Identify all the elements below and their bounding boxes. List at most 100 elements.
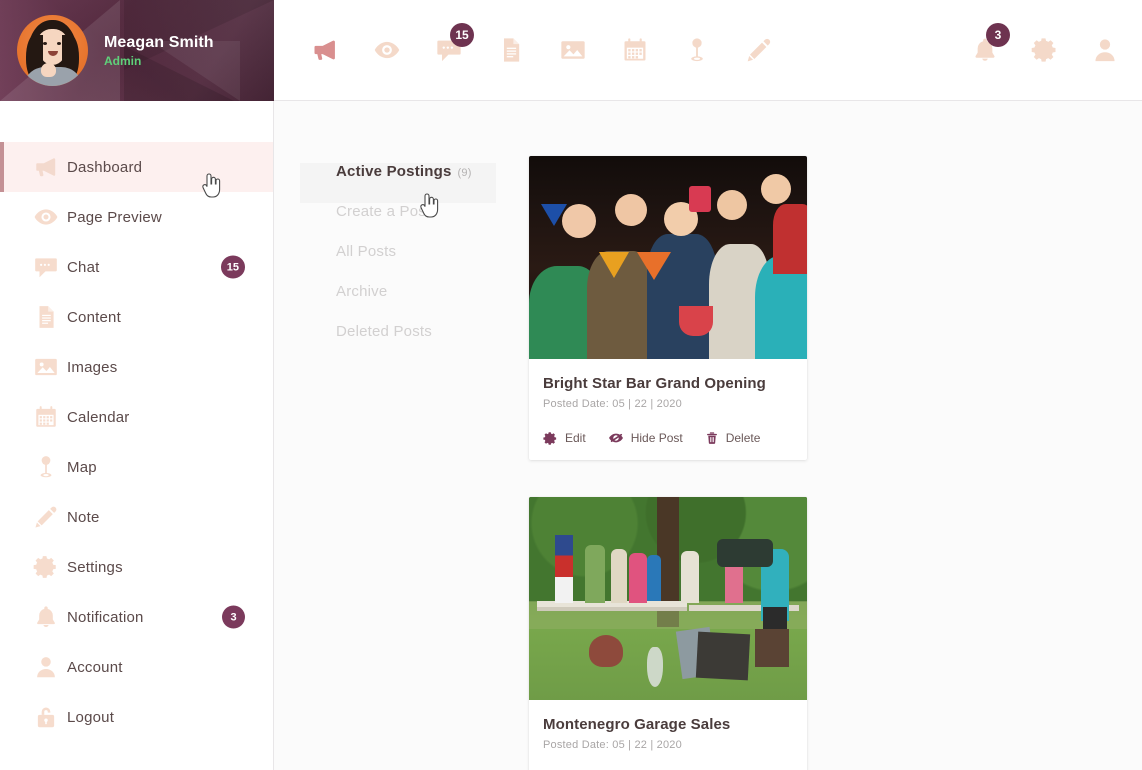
post-card-body: Montenegro Garage Sales Posted Date: 05 |… (529, 700, 807, 770)
topbar-user-icon[interactable] (1086, 31, 1124, 69)
trash-icon (706, 432, 717, 444)
subnav-item-deleted-posts[interactable]: Deleted Posts (300, 323, 496, 363)
sidebar-item-label: Images (67, 358, 118, 376)
subnav-item-label: Create a Post (336, 203, 431, 220)
subnav-item-create-a-post[interactable]: Create a Post (300, 203, 496, 243)
user-icon (33, 654, 67, 680)
subnav-item-label: Active Postings (336, 163, 452, 180)
topbar-bell-icon[interactable]: 3 (966, 23, 1010, 69)
sidebar-item-dashboard[interactable]: Dashboard (0, 142, 273, 192)
main-area: 15 3 Active Postings (9) Create a Post All … (274, 0, 1142, 770)
chat-bubble-icon (35, 258, 57, 278)
sidebar-item-images[interactable]: Images (0, 342, 273, 392)
subnav-item-all-posts[interactable]: All Posts (300, 243, 496, 283)
document-icon (33, 304, 67, 330)
bell-icon (33, 604, 67, 630)
topbar-document-icon[interactable] (492, 31, 530, 69)
topbar-gear-icon[interactable] (1026, 31, 1064, 69)
pencil-icon (747, 38, 771, 62)
avatar-hand (41, 63, 56, 77)
topbar: 15 3 (274, 0, 1142, 101)
sidebar-item-label: Page Preview (67, 208, 162, 226)
sidebar-item-content[interactable]: Content (0, 292, 273, 342)
user-icon (1095, 39, 1115, 62)
subnav-item-label: Deleted Posts (336, 323, 432, 340)
topbar-map-pin-icon[interactable] (678, 31, 716, 69)
party-people-cocktails-photo[interactable] (529, 156, 807, 359)
outdoor-garage-sale-photo[interactable] (529, 497, 807, 700)
subnav-item-label: Archive (336, 283, 388, 300)
avatar[interactable] (17, 15, 88, 86)
post-card[interactable]: Bright Star Bar Grand Opening Posted Date… (529, 156, 807, 460)
content-area: Active Postings (9) Create a Post All Posts… (274, 101, 1142, 770)
sidebar-item-label: Notification (67, 608, 144, 626)
topbar-right-icons: 3 (966, 23, 1124, 69)
sidebar-nav: Dashboard Page Preview Chat 15 Content Images… (0, 101, 273, 742)
sidebar-item-note[interactable]: Note (0, 492, 273, 542)
profile-name: Meagan Smith (104, 33, 214, 51)
user-icon (37, 657, 55, 678)
megaphone-icon (314, 40, 335, 60)
delete-post-button[interactable]: Delete (705, 431, 760, 445)
sidebar-item-label: Account (67, 658, 123, 676)
eye-icon (33, 204, 67, 230)
subnav-item-label: All Posts (336, 243, 397, 260)
edit-post-label: Edit (565, 431, 586, 445)
sidebar-item-label: Dashboard (67, 158, 143, 176)
map-pin-icon (33, 454, 67, 480)
sidebar-item-notification[interactable]: Notification 3 (0, 592, 273, 642)
sidebar-item-label: Settings (67, 558, 123, 576)
profile-header: Meagan Smith Admin (0, 0, 274, 101)
app-root: Meagan Smith Admin Dashboard Page Preview… (0, 0, 1142, 770)
hide-post-button[interactable]: Hide Post (608, 430, 683, 446)
image-icon (35, 358, 57, 376)
post-actions: Edit Hide Post Delete (543, 430, 793, 446)
edit-post-button[interactable]: Edit (543, 431, 586, 446)
profile-role: Admin (104, 53, 142, 68)
sidebar-item-page-preview[interactable]: Page Preview (0, 192, 273, 242)
post-date: Posted Date: 05 | 22 | 2020 (543, 398, 682, 410)
topbar-pencil-icon[interactable] (740, 31, 778, 69)
post-card[interactable]: Montenegro Garage Sales Posted Date: 05 |… (529, 497, 807, 770)
sidebar-item-label: Map (67, 458, 97, 476)
megaphone-icon (36, 158, 56, 177)
topbar-calendar-icon[interactable] (616, 31, 654, 69)
avatar-eye-left (43, 42, 47, 45)
image-icon (33, 354, 67, 380)
hide-post-label: Hide Post (630, 431, 683, 445)
sidebar-item-badge: 15 (220, 255, 245, 279)
sidebar-item-chat[interactable]: Chat 15 (0, 242, 273, 292)
post-title: Bright Star Bar Grand Opening (543, 375, 766, 392)
topbar-megaphone-icon[interactable] (306, 31, 344, 69)
post-title: Montenegro Garage Sales (543, 716, 731, 733)
document-icon (39, 306, 54, 328)
subnav-item-archive[interactable]: Archive (300, 283, 496, 323)
topbar-chat-bubble-icon[interactable]: 15 (430, 23, 474, 69)
sidebar: Meagan Smith Admin Dashboard Page Preview… (0, 0, 274, 770)
eye-icon (374, 41, 400, 59)
sidebar-item-map[interactable]: Map (0, 442, 273, 492)
megaphone-icon (33, 154, 67, 180)
sidebar-item-account[interactable]: Account (0, 642, 273, 692)
sidebar-item-calendar[interactable]: Calendar (0, 392, 273, 442)
document-icon (504, 38, 520, 62)
gear-icon (543, 431, 557, 445)
gear-icon (33, 554, 67, 580)
topbar-image-icon[interactable] (554, 31, 592, 69)
pencil-icon (35, 506, 57, 528)
sidebar-item-label: Calendar (67, 408, 130, 426)
profile-text: Meagan Smith Admin (104, 34, 214, 68)
calendar-icon (36, 406, 56, 427)
topbar-eye-icon[interactable] (368, 31, 406, 69)
calendar-icon (624, 38, 646, 61)
gear-icon (1031, 38, 1056, 62)
chat-bubble-icon (33, 254, 67, 280)
sidebar-item-logout[interactable]: Logout (0, 692, 273, 742)
sidebar-item-settings[interactable]: Settings (0, 542, 273, 592)
gear-icon (33, 556, 56, 578)
sidebar-item-label: Logout (67, 708, 115, 726)
pencil-icon (33, 504, 67, 530)
topbar-badge: 3 (986, 23, 1010, 47)
subnav-item-active-postings[interactable]: Active Postings (9) (300, 163, 496, 203)
sidebar-item-label: Note (67, 508, 100, 526)
